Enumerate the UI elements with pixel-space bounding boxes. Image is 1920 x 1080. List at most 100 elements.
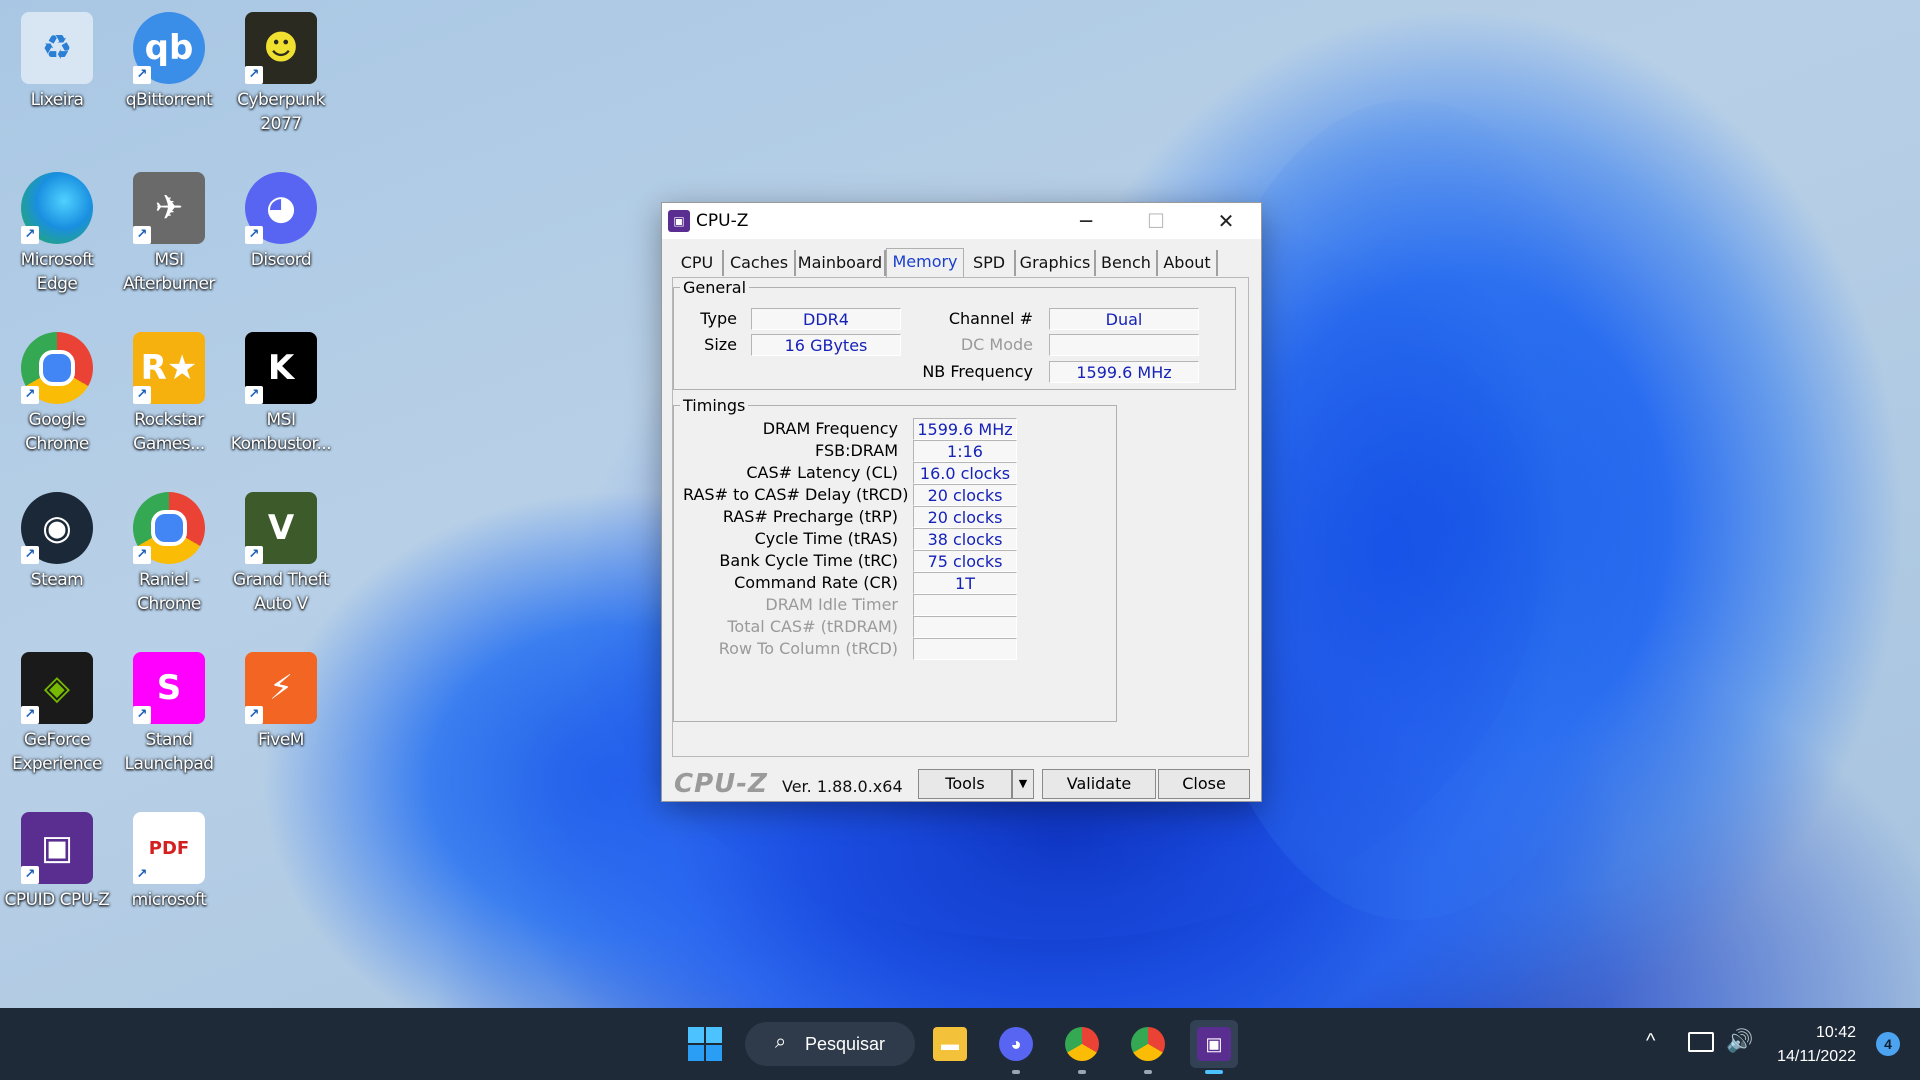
- tab-spd[interactable]: SPD: [964, 250, 1016, 276]
- timing-label: Command Rate (CR): [734, 573, 898, 592]
- clock-date[interactable]: 14/11/2022: [1777, 1048, 1856, 1066]
- desktop-icon-label: Rockstar Games...: [133, 410, 205, 454]
- desktop-icon-label: MSI Kombustor...: [230, 410, 332, 454]
- desktop-icon[interactable]: qb ↗ qBittorrent: [113, 2, 225, 152]
- file-explorer-icon[interactable]: ▬: [926, 1020, 974, 1068]
- tab-mainboard[interactable]: Mainboard: [796, 250, 886, 276]
- shortcut-arrow-icon: ↗: [133, 386, 151, 404]
- desktop-icon[interactable]: PDF ↗ microsoft: [113, 802, 225, 952]
- shortcut-arrow-icon: ↗: [133, 546, 151, 564]
- desktop-icon[interactable]: ◈ ↗ GeForce Experience: [1, 642, 113, 792]
- rockstar-icon: R★ ↗: [133, 332, 205, 404]
- dcmode-value: [1049, 334, 1199, 356]
- channel-value: Dual: [1049, 308, 1199, 330]
- taskbar-app-glyph: ▣: [1197, 1027, 1231, 1061]
- timing-label: Total CAS# (tRDRAM): [727, 617, 898, 636]
- type-value: DDR4: [751, 308, 901, 330]
- maximize-button[interactable]: ☐: [1121, 203, 1191, 239]
- chrome-icon: ↗: [21, 332, 93, 404]
- desktop-icon-label: Microsoft Edge: [20, 250, 94, 294]
- desktop-icon[interactable]: S ↗ Stand Launchpad: [113, 642, 225, 792]
- shortcut-arrow-icon: ↗: [21, 386, 39, 404]
- close-button[interactable]: Close: [1158, 769, 1250, 799]
- tray-chevron-icon[interactable]: ^: [1646, 1030, 1655, 1053]
- shortcut-arrow-icon: ↗: [133, 66, 151, 84]
- desktop-icon[interactable]: V ↗ Grand Theft Auto V: [225, 482, 337, 632]
- taskbar: ⌕ Pesquisar ▬ ◕ ▣ ^ 🔊 10:42 14/11/2022 4: [0, 1008, 1920, 1080]
- tools-button[interactable]: Tools: [918, 769, 1012, 799]
- dcmode-label: DC Mode: [960, 335, 1033, 354]
- recycle-bin-icon: ♻: [21, 12, 93, 84]
- desktop-icon[interactable]: ◕ ↗ Discord: [225, 162, 337, 312]
- gta-v-icon: V ↗: [245, 492, 317, 564]
- timing-value: 38 clocks: [913, 528, 1017, 550]
- close-window-button[interactable]: ✕: [1191, 203, 1261, 239]
- tab-about[interactable]: About: [1158, 250, 1218, 276]
- notification-badge[interactable]: 4: [1876, 1032, 1900, 1056]
- desktop-icon[interactable]: ☻ ↗ Cyberpunk 2077: [225, 2, 337, 152]
- desktop-icon[interactable]: R★ ↗ Rockstar Games...: [113, 322, 225, 472]
- shortcut-arrow-icon: ↗: [133, 866, 151, 884]
- clock-time[interactable]: 10:42: [1816, 1024, 1856, 1042]
- timing-label: DRAM Idle Timer: [765, 595, 898, 614]
- taskbar-app-glyph: ◕: [999, 1027, 1033, 1061]
- tab-bench[interactable]: Bench: [1096, 250, 1158, 276]
- window-title: CPU-Z: [696, 211, 749, 231]
- tools-dropdown-arrow[interactable]: ▼: [1012, 769, 1034, 799]
- version-text: Ver. 1.88.0.x64: [782, 777, 903, 796]
- tab-cpu[interactable]: CPU: [672, 250, 724, 276]
- desktop-icon-label: MSI Afterburner: [123, 250, 215, 294]
- timing-label: Bank Cycle Time (tRC): [719, 551, 898, 570]
- tab-caches[interactable]: Caches: [724, 250, 796, 276]
- desktop-icon[interactable]: ↗ Raniel - Chrome: [113, 482, 225, 632]
- desktop-icon-label: Discord: [250, 250, 312, 270]
- volume-icon[interactable]: 🔊: [1726, 1028, 1753, 1054]
- validate-button[interactable]: Validate: [1042, 769, 1156, 799]
- search-box[interactable]: ⌕ Pesquisar: [745, 1022, 915, 1066]
- title-bar[interactable]: ▣ CPU-Z ─ ☐ ✕: [662, 203, 1261, 239]
- desktop-icon-label: Stand Launchpad: [124, 730, 214, 774]
- timing-label: RAS# Precharge (tRP): [722, 507, 898, 526]
- memory-panel: General Type DDR4 Size 16 GBytes Channel…: [672, 277, 1249, 757]
- cpuz-app-icon: ▣: [668, 210, 690, 232]
- windows-start-icon[interactable]: [681, 1020, 729, 1068]
- timing-label: RAS# to CAS# Delay (tRCD): [683, 485, 909, 504]
- timing-value: 1:16: [913, 440, 1017, 462]
- desktop-icon[interactable]: K ↗ MSI Kombustor...: [225, 322, 337, 472]
- discord-icon[interactable]: ◕: [992, 1020, 1040, 1074]
- network-icon[interactable]: [1688, 1032, 1714, 1052]
- fivem-icon: ⚡ ↗: [245, 652, 317, 724]
- geforce-icon: ◈ ↗: [21, 652, 93, 724]
- shortcut-arrow-icon: ↗: [21, 546, 39, 564]
- chrome-profile-icon[interactable]: [1058, 1020, 1106, 1074]
- desktop-icon-label: Raniel - Chrome: [137, 570, 201, 614]
- desktop-icon[interactable]: ▣ ↗ CPUID CPU-Z: [1, 802, 113, 952]
- discord-icon: ◕ ↗: [245, 172, 317, 244]
- desktop-icon[interactable]: ⚡ ↗ FiveM: [225, 642, 337, 792]
- minimize-button[interactable]: ─: [1051, 203, 1121, 239]
- desktop-icon-label: Grand Theft Auto V: [232, 570, 330, 614]
- timing-value: 1T: [913, 572, 1017, 594]
- timing-value: 16.0 clocks: [913, 462, 1017, 484]
- desktop-icon[interactable]: ◉ ↗ Steam: [1, 482, 113, 632]
- pdf-icon: PDF ↗: [133, 812, 205, 884]
- shortcut-arrow-icon: ↗: [245, 706, 263, 724]
- search-icon: ⌕: [775, 1031, 787, 1053]
- shortcut-arrow-icon: ↗: [21, 706, 39, 724]
- timing-label: CAS# Latency (CL): [746, 463, 898, 482]
- qbittorrent-icon: qb ↗: [133, 12, 205, 84]
- desktop-icon[interactable]: ✈ ↗ MSI Afterburner: [113, 162, 225, 312]
- desktop-icon[interactable]: ♻ Lixeira: [1, 2, 113, 152]
- desktop-icon[interactable]: ↗ Microsoft Edge: [1, 162, 113, 312]
- timing-value: 20 clocks: [913, 484, 1017, 506]
- search-label: Pesquisar: [805, 1034, 886, 1054]
- chrome-icon[interactable]: [1124, 1020, 1172, 1074]
- taskbar-app-glyph: ▬: [933, 1027, 967, 1061]
- cpuz-icon[interactable]: ▣: [1190, 1020, 1238, 1074]
- tab-graphics[interactable]: Graphics: [1016, 250, 1096, 276]
- taskbar-app-glyph: [1131, 1027, 1165, 1061]
- desktop-icon[interactable]: ↗ Google Chrome: [1, 322, 113, 472]
- desktop-icon-label: microsoft: [131, 890, 207, 910]
- tab-memory[interactable]: Memory: [886, 248, 964, 279]
- chrome-profile-icon: ↗: [133, 492, 205, 564]
